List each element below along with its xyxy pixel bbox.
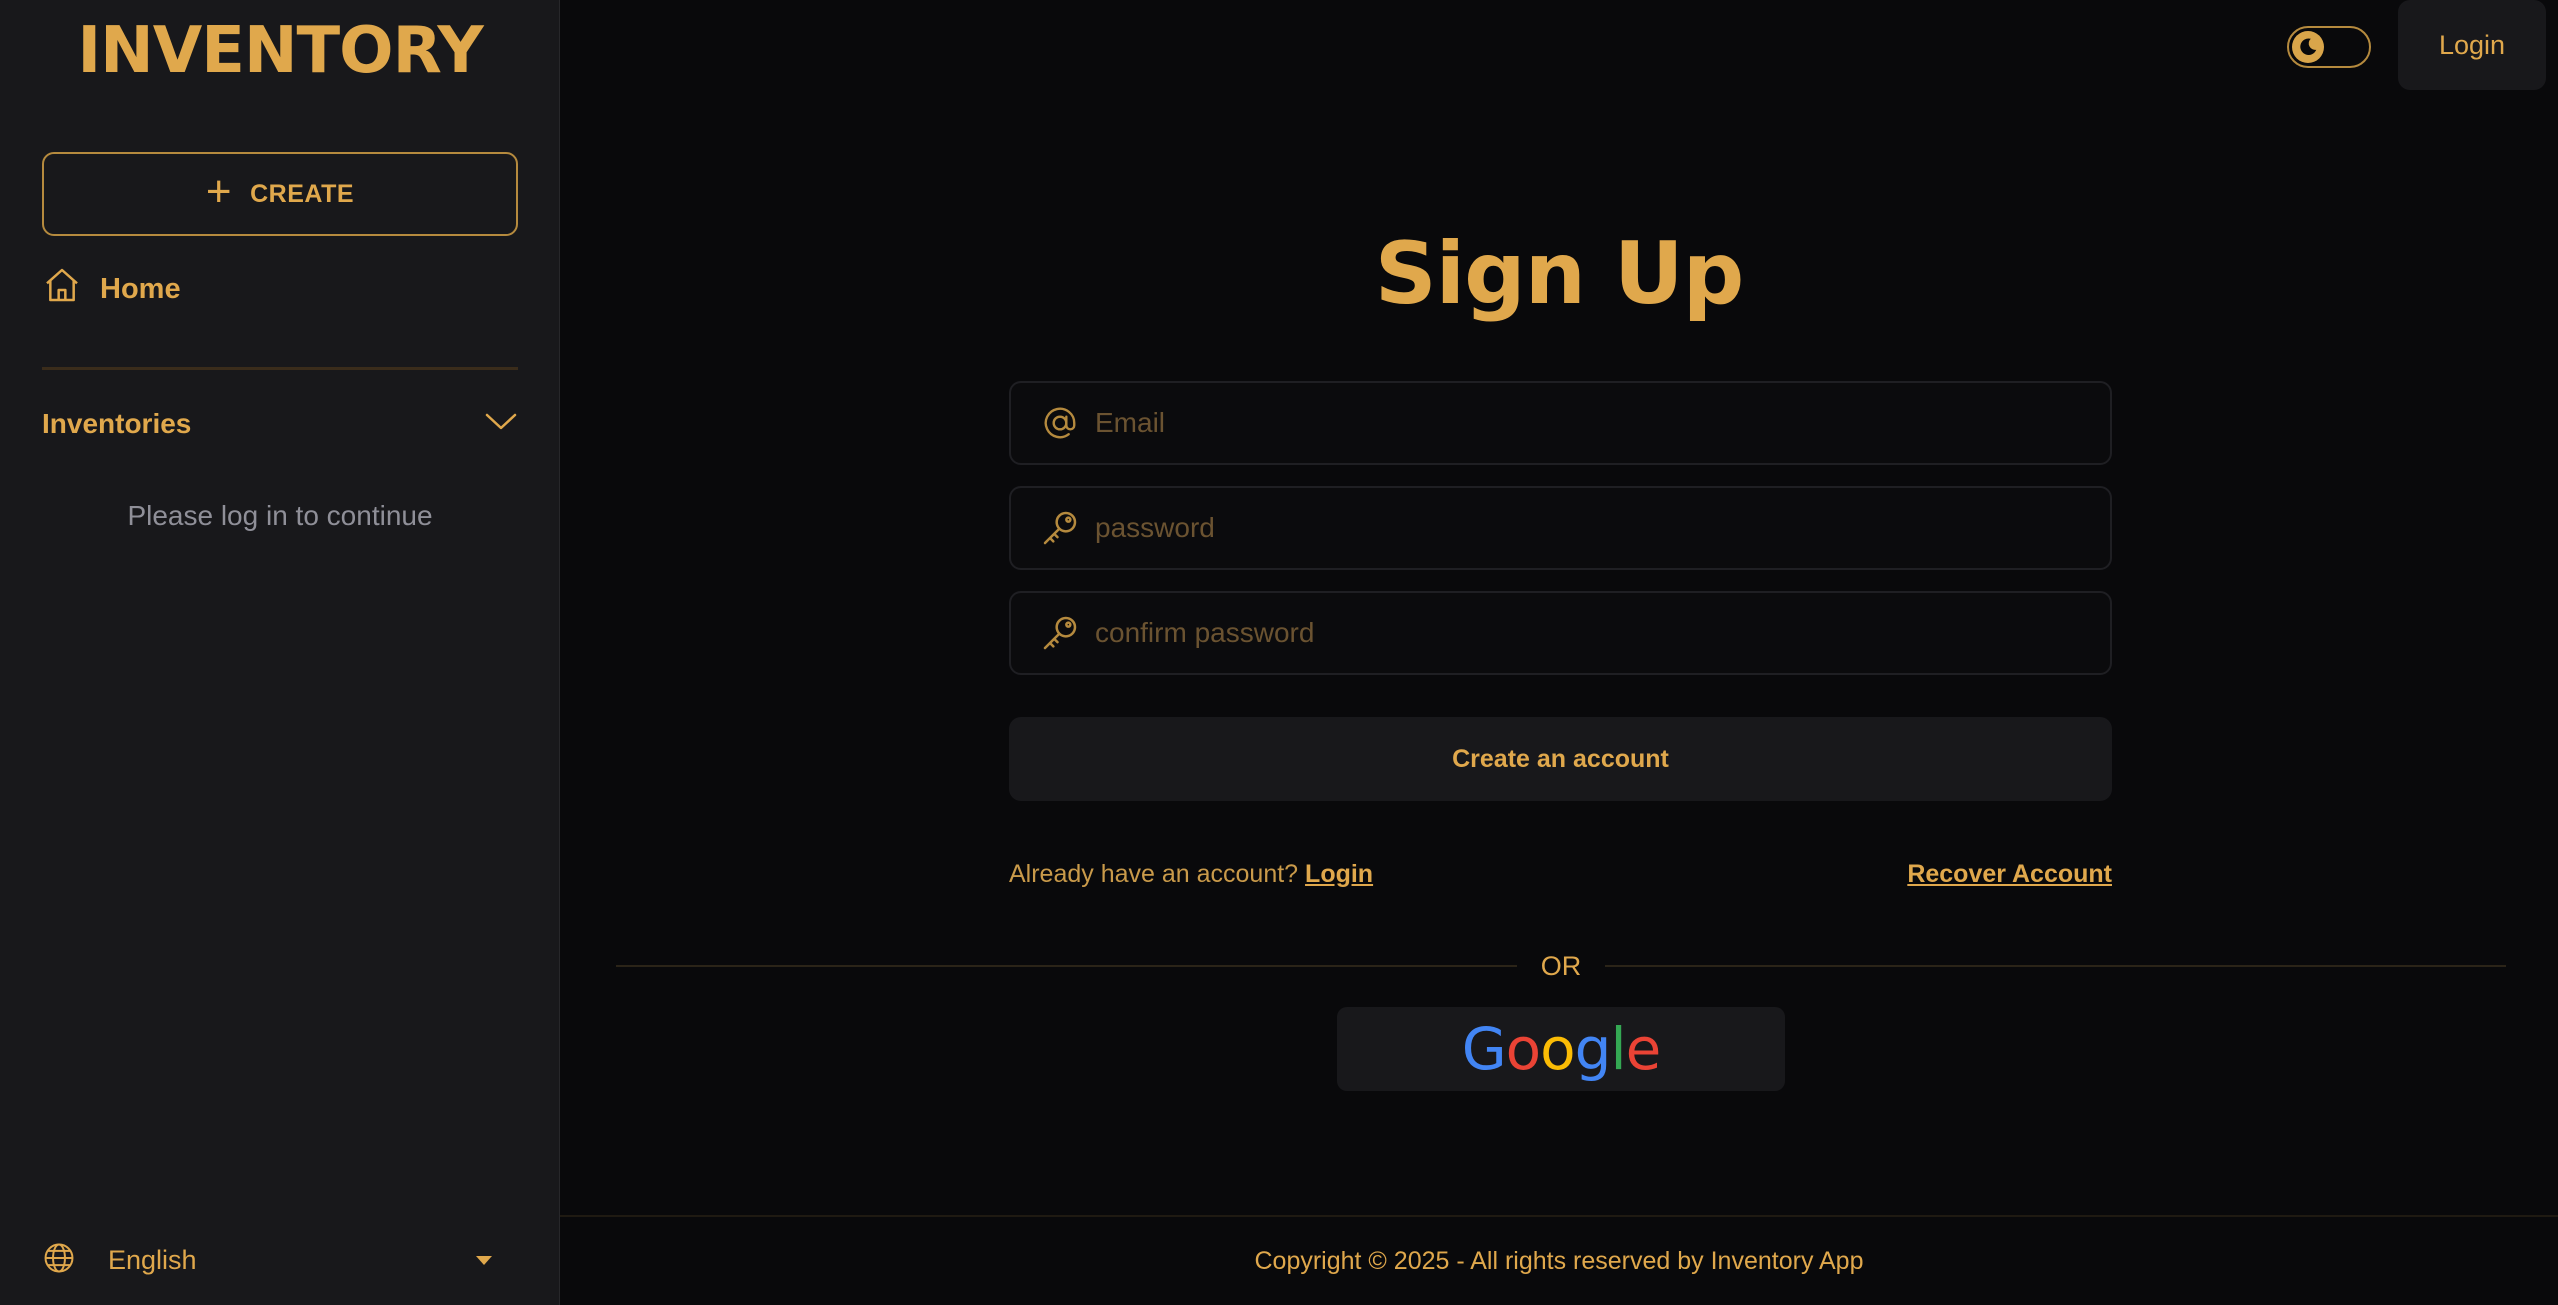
google-logo-letter: o (1505, 1015, 1541, 1083)
chevron-down-icon[interactable] (484, 412, 518, 437)
login-link[interactable]: Login (1305, 860, 1373, 888)
create-button[interactable]: + CREATE (42, 152, 518, 236)
moon-icon (2292, 31, 2324, 63)
email-field[interactable] (1009, 381, 2112, 465)
email-input[interactable] (1095, 383, 2110, 463)
inventories-collapse[interactable]: Inventories (42, 400, 518, 448)
confirm-password-field[interactable] (1009, 591, 2112, 675)
recover-account-link[interactable]: Recover Account (1907, 860, 2112, 889)
inventories-label: Inventories (42, 408, 192, 439)
account-links-row: Already have an account? Login Recover A… (1009, 856, 2112, 892)
password-field[interactable] (1009, 486, 2112, 570)
app-logo[interactable]: INVENTORY (0, 14, 560, 88)
sidebar-item-home[interactable]: Home (42, 264, 181, 314)
key-icon (1039, 612, 1081, 654)
or-divider: OR (616, 944, 2506, 988)
home-icon (42, 265, 82, 313)
google-logo-letter: g (1574, 1015, 1612, 1083)
plus-icon: + (205, 167, 233, 216)
theme-toggle[interactable] (2287, 26, 2371, 68)
or-text: OR (1540, 950, 1582, 981)
create-button-label: CREATE (250, 179, 355, 208)
google-logo-letter: G (1461, 1015, 1507, 1083)
google-logo-letter: l (1610, 1015, 1626, 1083)
language-selector[interactable]: English (42, 1236, 492, 1284)
page-title: Sign Up (1374, 224, 1745, 324)
google-signin-button[interactable]: Google (1337, 1007, 1785, 1091)
key-icon (1039, 507, 1081, 549)
caret-down-icon (476, 1255, 492, 1265)
divider-line-left (616, 965, 1517, 967)
copyright-text: Copyright © 2025 - All rights reserved b… (1254, 1246, 1864, 1275)
sidebar-item-label: Home (100, 272, 181, 305)
login-hint-text: Please log in to continue (127, 500, 433, 531)
create-account-button[interactable]: Create an account (1009, 717, 2112, 801)
divider-line-right (1605, 965, 2506, 967)
google-logo-letter: e (1625, 1015, 1662, 1083)
sidebar: INVENTORY + CREATE Home Inventories Plea… (0, 0, 560, 1305)
language-selected: English (108, 1244, 197, 1275)
footer: Copyright © 2025 - All rights reserved b… (560, 1215, 2558, 1305)
header-login-button[interactable]: Login (2398, 0, 2546, 90)
already-account-text: Already have an account? (1009, 859, 1299, 888)
google-logo-letter: o (1540, 1015, 1575, 1083)
sidebar-divider (42, 367, 518, 370)
google-logo: Google (1461, 1015, 1662, 1083)
app-root: INVENTORY + CREATE Home Inventories Plea… (0, 0, 2558, 1305)
password-input[interactable] (1095, 488, 2110, 568)
login-prompt: Already have an account? Login (1009, 860, 1373, 889)
globe-icon (42, 1241, 76, 1280)
at-sign-icon (1039, 402, 1081, 444)
confirm-password-input[interactable] (1095, 593, 2110, 673)
